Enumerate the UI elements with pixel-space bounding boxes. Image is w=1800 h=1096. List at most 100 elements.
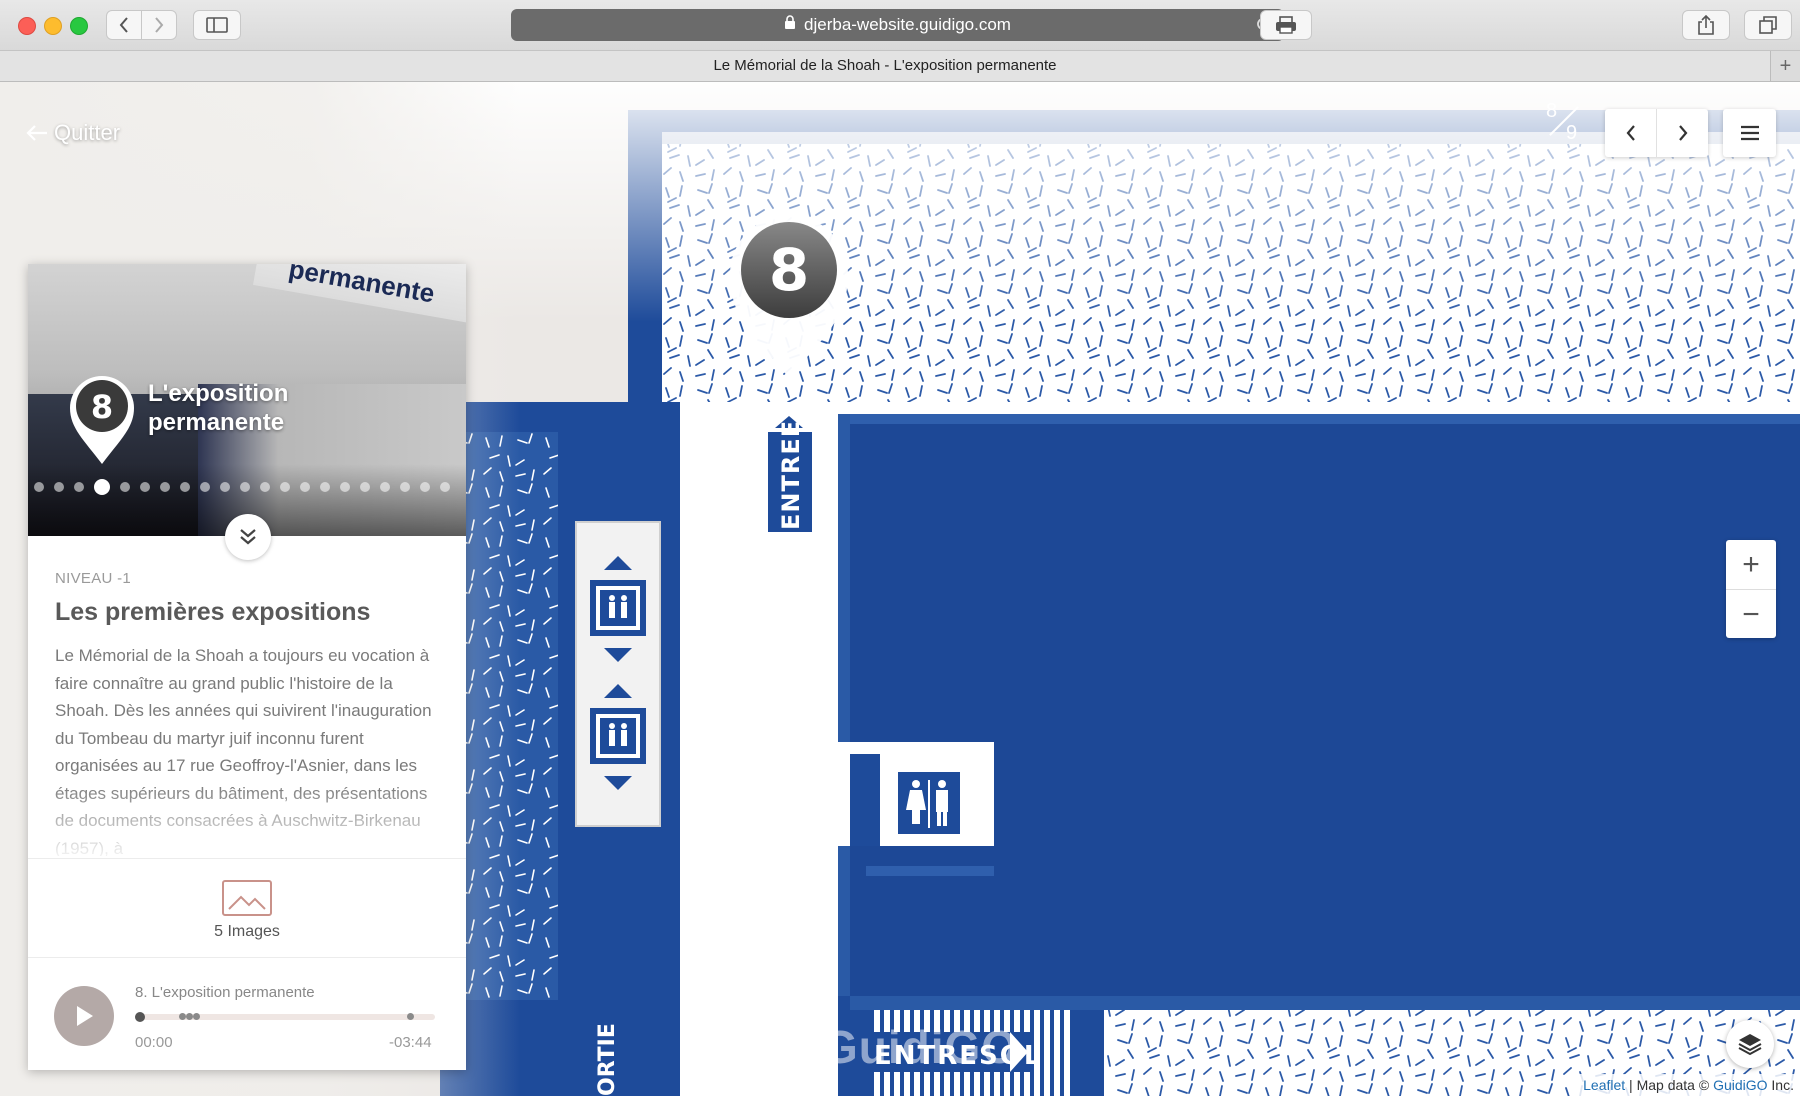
tabs-icon <box>1759 16 1777 34</box>
chapter-marker <box>186 1013 193 1020</box>
lock-icon <box>784 15 796 35</box>
browser-back-button[interactable] <box>106 10 142 40</box>
play-icon <box>77 1006 93 1026</box>
hero-pin-8: 8 <box>70 376 134 464</box>
carousel-dot[interactable] <box>34 482 44 492</box>
sortie-label: ORTIE <box>595 1023 620 1096</box>
quit-label: Quitter <box>54 120 121 145</box>
description-fade <box>28 784 466 864</box>
chevron-right-icon <box>155 17 164 33</box>
browser-toolbar: djerba-website.guidigo.com <box>0 0 1800 51</box>
level-label: NIVEAU -1 <box>55 570 132 587</box>
stop-title: Les premières expositions <box>55 598 371 626</box>
carousel-dot[interactable] <box>160 482 170 492</box>
image-gallery-icon <box>222 880 272 916</box>
carousel-dot[interactable] <box>380 482 390 492</box>
print-button[interactable] <box>1260 10 1312 40</box>
carousel-dot[interactable] <box>74 482 84 492</box>
toilet-icon <box>898 772 960 834</box>
double-chevron-down-icon <box>240 529 256 545</box>
minimize-window-button[interactable] <box>44 17 62 35</box>
tabs-overview-button[interactable] <box>1744 10 1792 40</box>
chevron-right-icon <box>1678 125 1687 141</box>
printer-icon <box>1276 16 1296 34</box>
expand-button[interactable] <box>225 514 271 560</box>
carousel-dot[interactable] <box>400 482 410 492</box>
carousel-dot[interactable] <box>320 482 330 492</box>
entree-sign: ENTREE <box>768 416 812 532</box>
previous-stop-button[interactable] <box>1605 109 1657 157</box>
guidigo-link[interactable]: GuidiGO <box>1713 1077 1767 1093</box>
chevron-left-icon <box>119 17 128 33</box>
remaining-time: -03:44 <box>389 1034 432 1051</box>
hero-title-line2: permanente <box>148 409 285 436</box>
gallery-label: 5 Images <box>214 923 280 940</box>
zoom-control: + − <box>1726 540 1776 638</box>
hamburger-icon <box>1740 125 1759 141</box>
carousel-dot[interactable] <box>340 482 350 492</box>
zoom-in-button[interactable]: + <box>1726 540 1776 590</box>
audio-progress-bar[interactable] <box>135 1012 435 1022</box>
map-attribution: Leaflet | Map data © GuidiGO Inc. <box>1577 1074 1800 1096</box>
track-title: 8. L'exposition permanente <box>135 984 315 1001</box>
counter-total: 9 <box>1566 122 1578 144</box>
carousel-dot[interactable] <box>140 482 150 492</box>
audio-player: 8. L'exposition permanente 00:00 -03:44 <box>28 956 466 1070</box>
hero-image[interactable]: permanente 8 L'exposition permanente <box>28 264 466 536</box>
layers-button[interactable] <box>1726 1020 1774 1068</box>
stop-detail-panel: permanente 8 L'exposition permanente NIV… <box>28 264 466 1070</box>
zoom-window-button[interactable] <box>70 17 88 35</box>
entree-label: ENTREE <box>777 420 805 530</box>
carousel-dot[interactable] <box>280 482 290 492</box>
attribution-separator: | Map data © <box>1625 1077 1714 1093</box>
carousel-dot[interactable] <box>94 479 110 495</box>
hero-title-line1: L'exposition <box>148 380 289 407</box>
url-text: djerba-website.guidigo.com <box>804 15 1011 34</box>
carousel-dot[interactable] <box>240 482 250 492</box>
browser-forward-button[interactable] <box>141 10 177 40</box>
chapter-marker <box>179 1013 186 1020</box>
carousel-dot[interactable] <box>300 482 310 492</box>
page-content: ENTREE ENTRESOL ORTIE 8 GuidiGO Quitter … <box>0 82 1800 1096</box>
chapter-marker <box>407 1013 414 1020</box>
share-button[interactable] <box>1682 10 1730 40</box>
carousel-dot[interactable] <box>360 482 370 492</box>
carousel-dot[interactable] <box>120 482 130 492</box>
image-gallery-button[interactable]: 5 Images <box>28 858 466 958</box>
carousel-dot[interactable] <box>420 482 430 492</box>
quit-button[interactable]: Quitter <box>26 120 120 146</box>
arrow-left-icon <box>26 125 47 141</box>
menu-button[interactable] <box>1723 109 1776 157</box>
tab-strip: Le Mémorial de la Shoah - L'exposition p… <box>0 51 1800 82</box>
progress-handle[interactable] <box>135 1012 145 1022</box>
sidebar-icon <box>206 17 228 33</box>
leaflet-link[interactable]: Leaflet <box>1583 1077 1625 1093</box>
carousel-dot[interactable] <box>180 482 190 492</box>
carousel-dot[interactable] <box>220 482 230 492</box>
stop-navigation <box>1605 109 1708 157</box>
attribution-suffix: Inc. <box>1767 1077 1794 1093</box>
sidebar-toggle-button[interactable] <box>193 10 241 40</box>
carousel-dots[interactable] <box>34 479 450 495</box>
active-tab[interactable]: Le Mémorial de la Shoah - L'exposition p… <box>0 51 1771 81</box>
hero-title: L'exposition permanente <box>148 379 288 437</box>
close-window-button[interactable] <box>18 17 36 35</box>
guidigo-watermark: GuidiGO <box>822 1021 1019 1073</box>
layers-icon <box>1738 1034 1762 1056</box>
zoom-out-button[interactable]: − <box>1726 590 1776 639</box>
hero-pin-number: 8 <box>91 388 113 426</box>
stop-counter: 8 9 <box>1540 100 1586 144</box>
map-pin-number: 8 <box>769 236 809 304</box>
elapsed-time: 00:00 <box>135 1034 173 1051</box>
next-stop-button[interactable] <box>1657 109 1708 157</box>
share-icon <box>1698 15 1714 35</box>
carousel-dot[interactable] <box>200 482 210 492</box>
carousel-dot[interactable] <box>440 482 450 492</box>
chevron-left-icon <box>1626 125 1635 141</box>
address-bar[interactable]: djerba-website.guidigo.com <box>511 9 1284 41</box>
new-tab-button[interactable]: + <box>1771 51 1800 81</box>
counter-current: 8 <box>1546 100 1558 122</box>
carousel-dot[interactable] <box>260 482 270 492</box>
play-button[interactable] <box>54 986 114 1046</box>
carousel-dot[interactable] <box>54 482 64 492</box>
